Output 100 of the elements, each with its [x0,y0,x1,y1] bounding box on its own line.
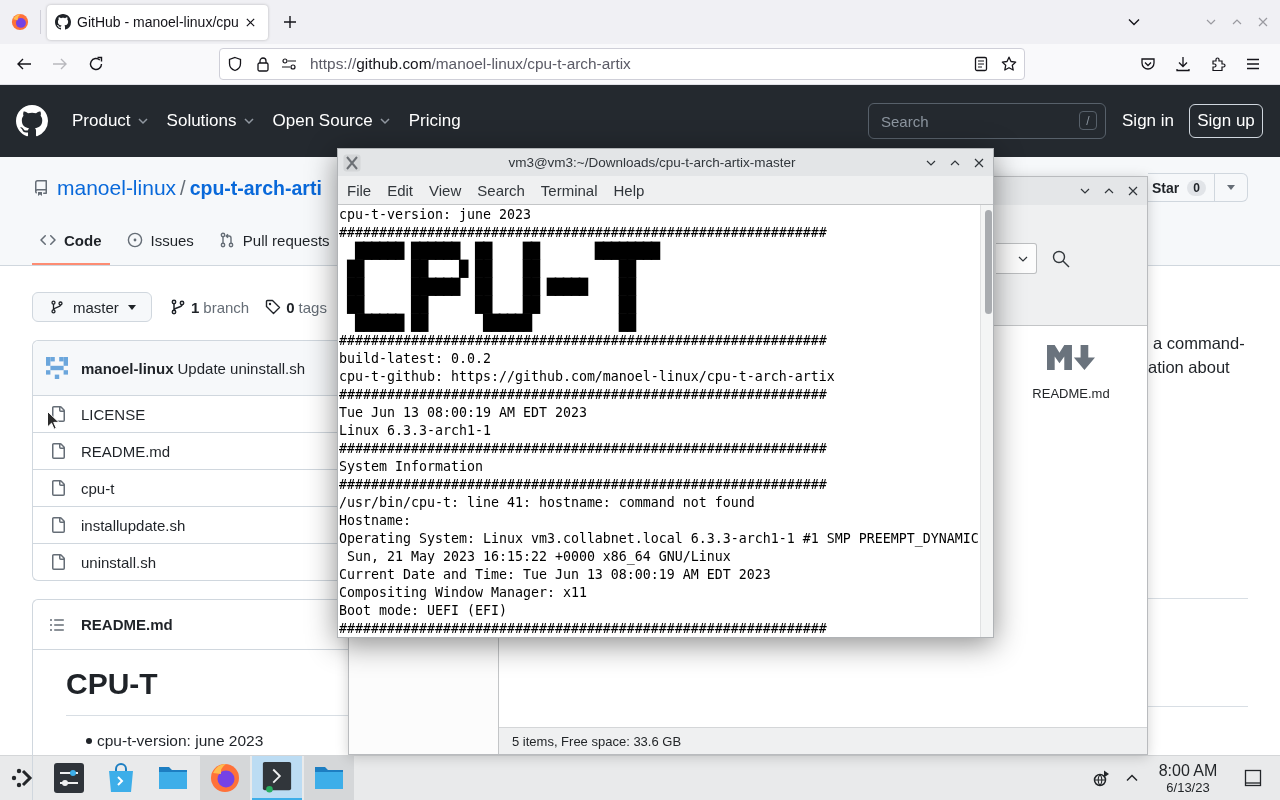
ref-count-link[interactable]: 0 tags [265,298,327,316]
reader-view-icon[interactable] [973,56,989,72]
terminal-line: Hostname: [339,512,412,530]
circle-dot-icon [126,232,143,248]
nav-menu-button[interactable]: Open Source [272,111,391,131]
terminal-line: ############################################################# [339,440,828,458]
counter-badge: 0 [1187,179,1206,196]
launcher-icon[interactable] [11,767,33,789]
repo-name-link[interactable]: cpu-t-arch-arti [189,176,322,200]
browser-logo-icon [209,762,241,794]
branch-select-button[interactable]: master [32,292,152,322]
about-text: ation about [1148,357,1231,378]
reload-icon[interactable] [88,56,104,72]
sign-in-link[interactable]: Sign in [1122,111,1174,131]
dropdown-field[interactable] [996,243,1037,274]
repo-owner-link[interactable]: manoel-linux [57,176,177,200]
status-text: 5 items, Free space: 33.6 GB [512,733,682,749]
terminal-line: cpu-t-github: https://github.com/manoel-linux/cpu-t-arch-artix [339,368,836,386]
close-icon[interactable] [245,16,256,28]
markdown-file-icon[interactable] [1047,345,1095,370]
site-logo-icon [55,14,71,30]
terminal-line: cpu-t-version: june 2023 [339,206,532,224]
terminal-line: /usr/bin/cpu-t: line 41: hostname: command not found [339,494,756,512]
caret-down-icon [1227,185,1235,190]
nav-menu-button[interactable]: Product [72,111,149,131]
menu-item[interactable]: Help [605,181,653,199]
commit-author-link[interactable]: manoel-linux [81,359,174,377]
scrollbar-thumb[interactable] [985,210,992,314]
x-logo-icon [343,153,361,172]
file-name-link[interactable]: cpu-t [81,479,115,497]
file-name[interactable]: README.md [1032,386,1110,401]
file-name-link[interactable]: uninstall.sh [81,553,157,571]
close-icon[interactable] [1127,185,1139,197]
star-button[interactable]: Star 0 [1148,173,1215,202]
caret-down-icon [127,304,136,310]
show-desktop-icon[interactable] [1244,769,1262,787]
shortcut-key: / [1079,111,1097,130]
ref-count-link[interactable]: 1 branch [170,298,250,316]
shield-icon[interactable] [227,56,243,72]
nav-menu-button[interactable]: Solutions [166,111,255,131]
globe-arrow-icon[interactable] [1093,769,1111,787]
pull-request-icon [218,232,235,248]
terminal-line: Boot mode: UEFI (EFI) [339,602,508,620]
puzzle-piece-icon[interactable] [1210,56,1226,72]
pocket-icon[interactable] [1140,56,1156,72]
download-icon[interactable] [1175,56,1191,72]
commit-message-link[interactable]: Update uninstall.sh [177,359,306,377]
menu-icon[interactable] [1245,56,1261,72]
address-field[interactable]: https://github.com/manoel-linux/cpu-t-arch-artix [219,48,1025,80]
menu-item[interactable]: Edit [379,181,422,199]
site-logo-icon[interactable] [16,105,48,137]
terminal-line: ############################################################# [339,386,828,404]
menu-item[interactable]: File [339,181,380,199]
file-icon [50,480,66,496]
nav-menu-button[interactable]: Pricing [408,111,461,131]
star-icon[interactable] [1001,56,1017,72]
identicon-avatar [46,357,68,379]
file-name-link[interactable]: LICENSE [81,405,146,423]
terminal-line: Tue Jun 13 08:00:19 AM EDT 2023 [339,404,588,422]
file-name-link[interactable]: installupdate.sh [81,516,186,534]
terminal-line: ############################################################# [339,332,828,350]
terminal-line: Compositing Window Manager: x11 [339,584,588,602]
file-icon [50,443,66,459]
ascii-art-text: ██████ ██████ ██ ██ ████████ ██ ██ █ ██ ██ ██ ██ ██████ ██ ██ █████ ██ ██ ██ ██ ██ ██ ██████ ██ ██████ ██ [346,242,661,332]
terminal-line: ############################################################# [339,476,828,494]
readme-title: README.md [81,616,173,633]
terminal-line: Operating System: Linux vm3.collabnet.local 6.3.3-arch1-1 #1 SMP PREEMPT_DYNAMIC [339,530,980,548]
lock-icon[interactable] [255,56,271,72]
back-arrow-icon[interactable] [16,56,32,72]
menu-item[interactable]: Search [469,181,533,199]
tag-icon [265,299,282,315]
browser-tab[interactable]: GitHub - manoel-linux/cpu [47,4,268,40]
menu-item[interactable]: View [421,181,470,199]
plus-icon[interactable] [283,15,297,29]
scrollbar-track[interactable] [980,205,993,637]
list-item-text: cpu-t-version: june 2023 [97,732,264,750]
sliders-icon [53,762,85,794]
menu-item[interactable]: Terminal [532,181,606,199]
terminal-line: Current Date and Time: Tue Jun 13 08:00:19 AM EDT 2023 [339,566,772,584]
search-icon[interactable] [1052,250,1070,268]
taskbar-button[interactable] [252,756,302,800]
browser-logo-icon[interactable] [11,13,29,31]
close-icon[interactable] [973,156,985,169]
clock-time[interactable]: 8:00 AM [1158,761,1218,780]
star-menu-button[interactable] [1215,173,1248,202]
about-text: a command- [1152,333,1246,354]
terminal-line: ############################################################# [339,224,828,241]
terminal-line: Sun, 21 May 2023 16:15:22 +0000 x86_64 GNU/Linux [346,548,732,566]
clock-date[interactable]: 6/13/23 [1166,779,1210,795]
terminal-line: build-latest: 0.0.2 [339,350,492,368]
file-name-link[interactable]: README.md [81,442,171,460]
repo-tab[interactable]: Code [32,217,110,265]
repo-tab[interactable]: Issues [118,217,202,265]
terminal-line: Linux 6.3.3-arch1-1 [339,422,492,440]
chevron-down-icon [242,115,255,127]
list-icon[interactable] [49,616,65,633]
repo-tab[interactable]: Pull requests [210,217,338,265]
chevron-down-icon [378,115,391,127]
sign-up-button[interactable]: Sign up [1189,104,1263,138]
permissions-icon[interactable] [281,56,297,72]
